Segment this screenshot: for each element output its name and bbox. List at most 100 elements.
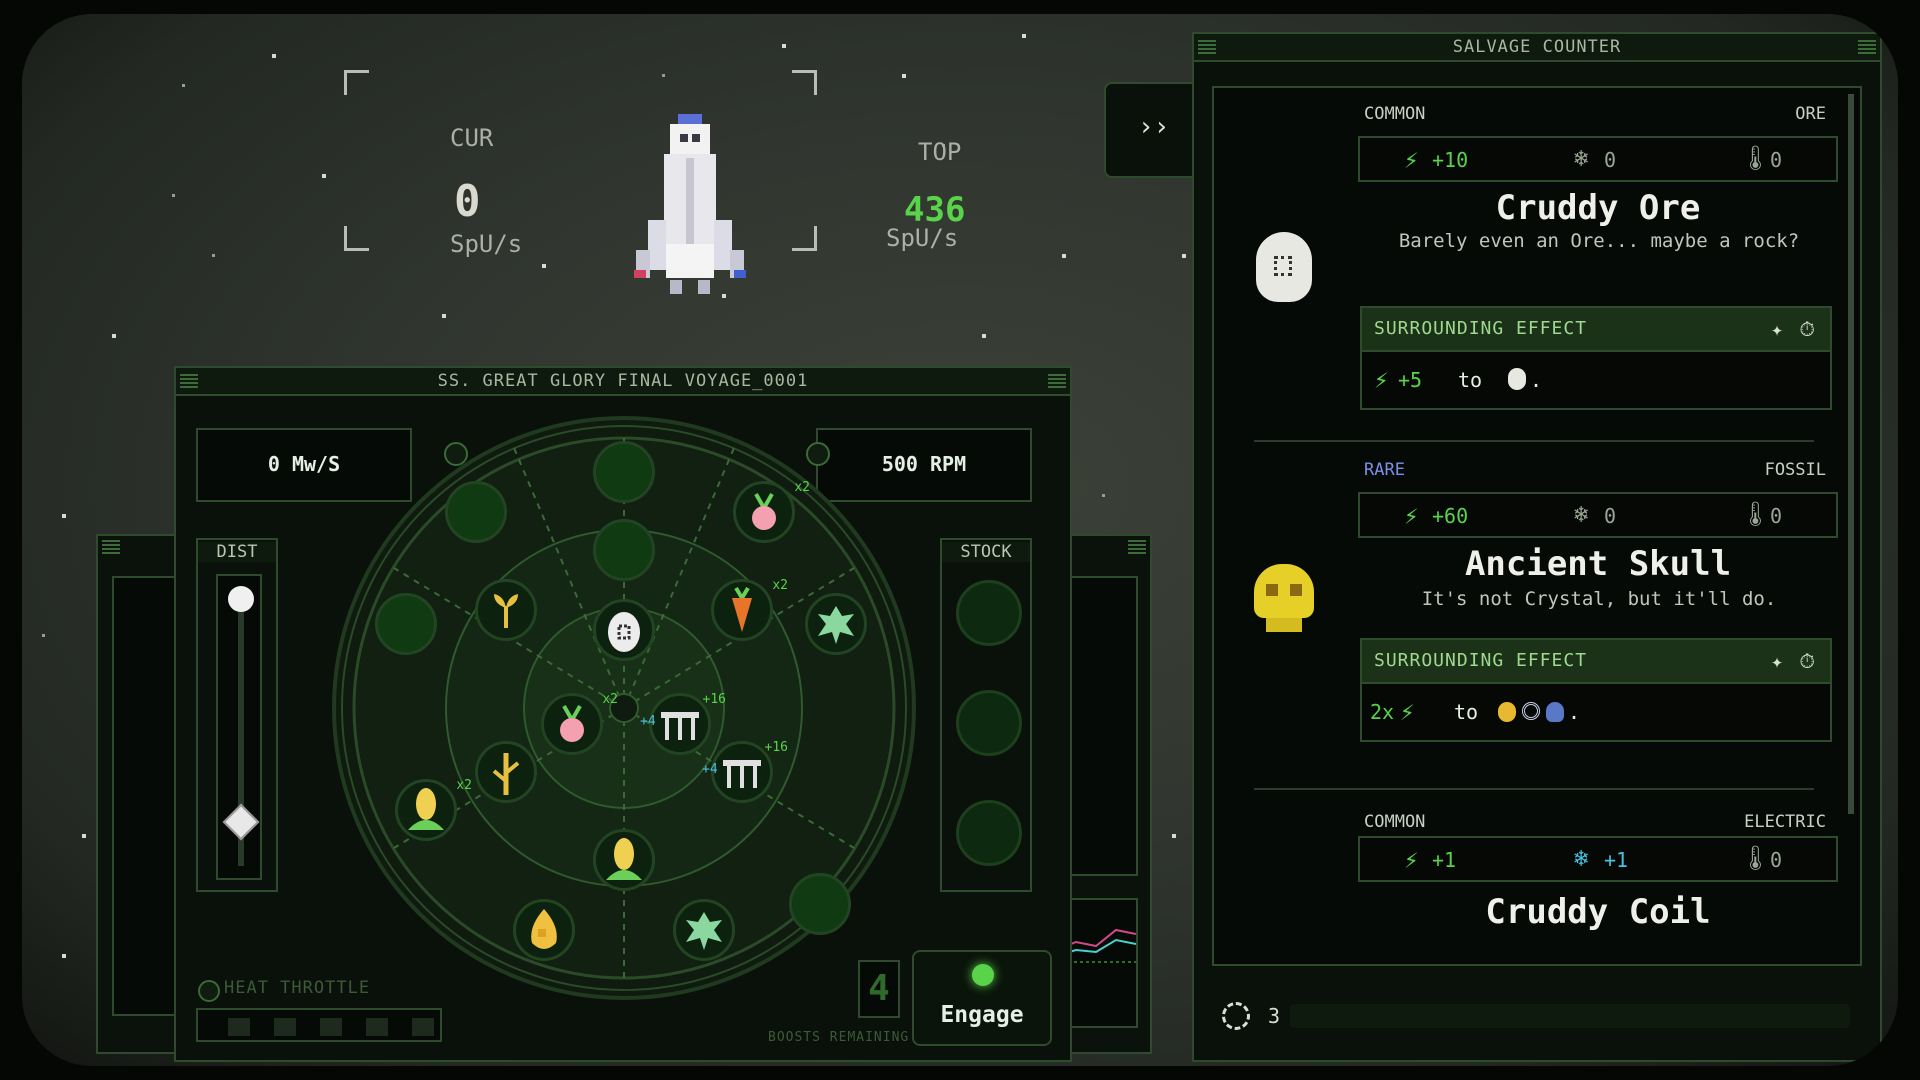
fence-icon xyxy=(657,704,703,744)
reactor-slot-empty[interactable] xyxy=(445,481,507,543)
module-sub-badge: +4 xyxy=(640,714,656,729)
reactor-slot-empty[interactable] xyxy=(593,441,655,503)
item-desc: Barely even an Ore... maybe a rock? xyxy=(1398,230,1800,252)
cooling-icon: ❄ xyxy=(1574,144,1589,172)
heat-throttle-label: HEAT THROTTLE xyxy=(224,978,371,998)
cur-unit: SpU/s xyxy=(450,230,523,258)
stock-panel: STOCK xyxy=(940,538,1032,892)
item-type: ELECTRIC xyxy=(1744,812,1826,832)
reactor-slot-empty[interactable] xyxy=(789,873,851,935)
dist-slider-track[interactable] xyxy=(216,574,262,880)
grip-icon-right xyxy=(1048,374,1066,388)
salvage-list[interactable]: COMMON ORE ⚡ +10 ❄ 0 🌡 0 Cruddy Ore Bare… xyxy=(1212,86,1862,966)
item-rarity: COMMON xyxy=(1364,104,1426,124)
dist-slider-handle[interactable] xyxy=(222,803,260,840)
heat-cell xyxy=(366,1018,388,1036)
spaceship-icon xyxy=(634,114,746,294)
salvage-item[interactable]: RARE FOSSIL ⚡ +60 ❄ 0 🌡 0 Ancient Skull … xyxy=(1214,460,1844,790)
item-divider xyxy=(1254,440,1814,442)
item-desc: It's not Crystal, but it'll do. xyxy=(1421,588,1777,610)
stock-slot[interactable] xyxy=(956,580,1022,646)
star xyxy=(42,634,45,637)
engage-button[interactable]: Engage xyxy=(912,950,1052,1046)
reactor-slot-empty[interactable] xyxy=(375,593,437,655)
item-type: ORE xyxy=(1795,104,1826,124)
grip-icon-right xyxy=(1858,40,1876,54)
seed-icon xyxy=(524,907,564,953)
reactor-slot[interactable] xyxy=(593,599,655,661)
power-icon: ⚡ xyxy=(1404,502,1419,530)
item-heat: 0 xyxy=(1770,504,1783,528)
reactor-slot-empty[interactable] xyxy=(593,519,655,581)
star xyxy=(112,334,116,338)
reactor-slot[interactable] xyxy=(475,741,537,803)
dist-top-knob-icon xyxy=(228,586,254,612)
skull-jaw-icon xyxy=(1266,618,1302,632)
reactor-slot[interactable] xyxy=(805,593,867,655)
effect-body: 2x ⚡ to . xyxy=(1360,684,1832,742)
salvage-item[interactable]: COMMON ELECTRIC ⚡ +1 ❄ +1 🌡 0 Cruddy Coi… xyxy=(1214,812,1844,964)
module-badge: x2 xyxy=(602,692,618,707)
heat-icon: 🌡 xyxy=(1740,500,1771,528)
stock-slot[interactable] xyxy=(956,690,1022,756)
item-name: Cruddy Ore xyxy=(1495,188,1701,228)
toggle-chevron-icon: ›› xyxy=(1138,112,1170,142)
toggle-panel-button[interactable]: ›› xyxy=(1104,82,1200,178)
item-cooling: 0 xyxy=(1604,148,1617,172)
star xyxy=(982,334,986,338)
effect-header: SURROUNDING EFFECT ✦ ⏱ xyxy=(1360,306,1832,352)
grip-icon-left xyxy=(180,374,198,388)
engage-label: Engage xyxy=(940,1002,1024,1028)
game-screen: CUR 0 SpU/s TOP 436 SpU/s ›› SS. GREAT G… xyxy=(22,14,1898,1066)
reactor-slot[interactable]: x2 xyxy=(541,692,618,755)
heat-cell xyxy=(228,1018,250,1036)
egg-icon xyxy=(604,606,644,654)
heat-cell xyxy=(320,1018,342,1036)
refresh-count: 3 xyxy=(1268,1004,1281,1028)
radish-icon xyxy=(744,490,784,534)
power-icon: ⚡ xyxy=(1374,366,1389,394)
reactor-slot[interactable] xyxy=(593,829,655,891)
reactor-slot[interactable]: x2 xyxy=(395,778,472,841)
reactor-slot[interactable]: x2 xyxy=(711,578,788,641)
hud-bracket-tl xyxy=(344,70,369,95)
reactor-slot[interactable] xyxy=(513,899,575,961)
power-icon: ⚡ xyxy=(1404,146,1419,174)
star xyxy=(1182,254,1186,258)
module-badge: +16 xyxy=(764,740,788,755)
effect-value: 2x xyxy=(1370,700,1395,724)
item-power: +60 xyxy=(1432,504,1469,528)
dist-panel: DIST xyxy=(196,538,278,892)
fence-icon xyxy=(719,752,765,792)
salvage-scrollbar[interactable] xyxy=(1848,94,1854,814)
salvage-item[interactable]: COMMON ORE ⚡ +10 ❄ 0 🌡 0 Cruddy Ore Bare… xyxy=(1214,88,1844,438)
hud-bracket-tr xyxy=(792,70,817,95)
item-rarity: COMMON xyxy=(1364,812,1426,832)
cooling-icon: ❄ xyxy=(1574,500,1589,528)
star xyxy=(1102,494,1105,497)
reactor-slot[interactable]: +16 +4 xyxy=(702,740,788,803)
grip-icon xyxy=(1128,540,1146,554)
boosts-counter-box: 4 xyxy=(858,960,900,1018)
cooling-icon: ❄ xyxy=(1574,844,1589,872)
item-stats: ⚡ +10 ❄ 0 🌡 0 xyxy=(1358,136,1838,182)
ore-mark-icon xyxy=(1274,256,1292,276)
spiral-target-icon xyxy=(1522,702,1540,720)
item-heat: 0 xyxy=(1770,848,1783,872)
reactor-slot[interactable]: x2 xyxy=(733,480,810,543)
refresh-icon[interactable] xyxy=(1222,1002,1250,1030)
ship-title: SS. GREAT GLORY FINAL VOYAGE_0001 xyxy=(176,368,1070,396)
star xyxy=(1062,254,1066,258)
item-type: FOSSIL xyxy=(1764,460,1826,480)
heat-throttle-light[interactable] xyxy=(198,980,220,1002)
corn-icon xyxy=(404,786,448,834)
effect-label: SURROUNDING EFFECT xyxy=(1374,318,1588,339)
stock-slot[interactable] xyxy=(956,800,1022,866)
star xyxy=(172,194,175,197)
effect-end: . xyxy=(1530,368,1543,392)
reactor-slot[interactable] xyxy=(475,579,537,641)
module-badge: x2 xyxy=(772,578,788,593)
reactor-slot[interactable] xyxy=(673,899,735,961)
reactor-slot[interactable]: +16 +4 xyxy=(640,692,726,755)
heat-throttle-bar[interactable] xyxy=(196,1008,442,1042)
